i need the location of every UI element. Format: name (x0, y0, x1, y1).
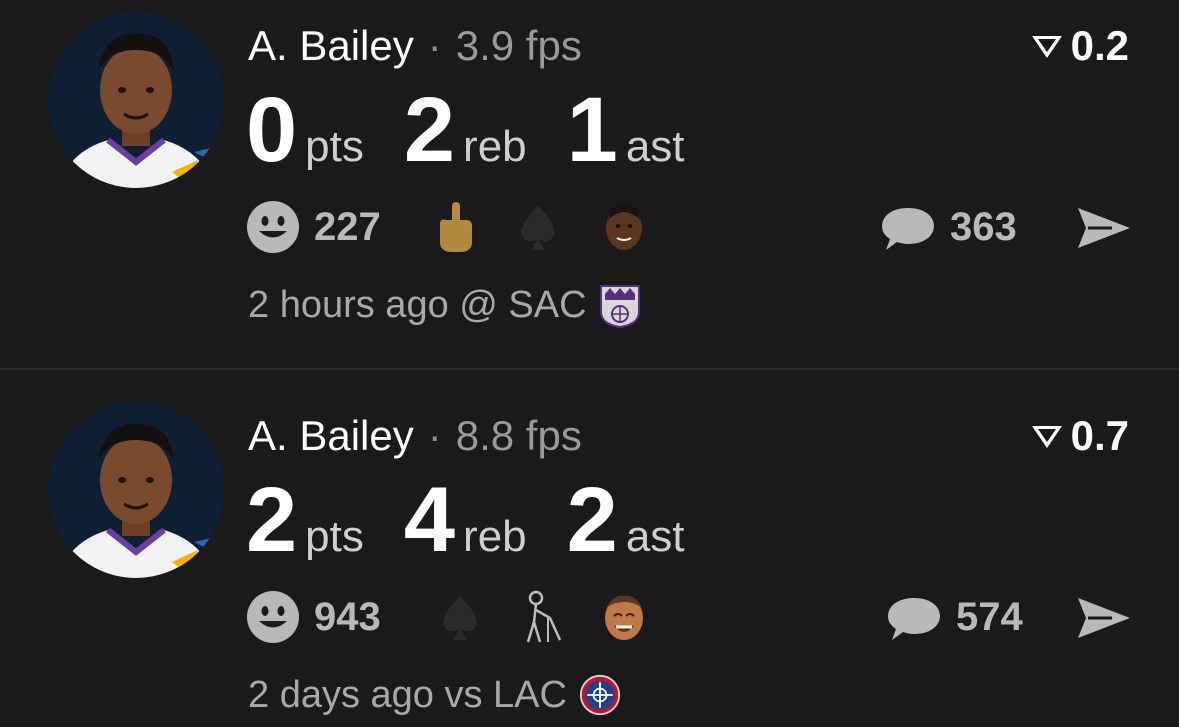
player-avatar[interactable] (48, 402, 224, 578)
post-card[interactable]: A. Bailey · 3.9 fps 0.2 0 pts 2 reb 1 ast 227 (0, 0, 1179, 370)
score-value: 0.7 (1070, 412, 1129, 459)
feed: A. Bailey · 3.9 fps 0.2 0 pts 2 reb 1 ast 227 (0, 0, 1179, 727)
rebounds-value: 4 (403, 469, 456, 571)
clippers-logo-icon (579, 674, 621, 716)
reaction-count: 943 (314, 595, 381, 639)
comment-icon[interactable] (880, 204, 936, 252)
player-name[interactable]: A. Bailey (248, 412, 414, 459)
game-time-opponent: 2 days ago vs LAC (248, 674, 567, 716)
rebounds-label: reb (463, 512, 527, 561)
comment-icon[interactable] (886, 594, 942, 642)
game-time-opponent: 2 hours ago @ SAC (248, 284, 587, 326)
vote-score[interactable]: 0.7 (1029, 410, 1129, 462)
points-value: 0 (246, 79, 298, 181)
rebounds-value: 2 (403, 79, 456, 181)
down-arrow-icon (1031, 36, 1062, 58)
reaction-bar: 943 574 (246, 588, 1136, 648)
comment-count[interactable]: 363 (950, 204, 1017, 250)
points-value: 2 (246, 469, 298, 571)
game-meta[interactable]: 2 hours ago @ SAC (248, 282, 641, 328)
fantasy-points: 3.9 fps (455, 22, 582, 69)
post-header: A. Bailey · 8.8 fps (248, 410, 582, 462)
stat-line: 0 pts 2 reb 1 ast (246, 84, 725, 176)
assists-value: 2 (566, 469, 618, 571)
assists-label: ast (625, 512, 685, 561)
separator-dot: · (427, 22, 442, 69)
player-name[interactable]: A. Bailey (248, 22, 414, 69)
stat-line: 2 pts 4 reb 2 ast (246, 474, 725, 566)
smiley-icon[interactable] (246, 590, 300, 644)
points-label: pts (305, 122, 364, 171)
old-man-walker-emoji[interactable] (516, 588, 564, 644)
smiley-icon[interactable] (246, 200, 300, 254)
post-card[interactable]: A. Bailey · 8.8 fps 0.7 2 pts 4 reb 2 ast 943 (0, 370, 1179, 727)
points-label: pts (305, 512, 364, 561)
player-face-emoji[interactable] (600, 198, 648, 254)
share-icon[interactable] (1076, 204, 1132, 252)
comment-count[interactable]: 574 (956, 594, 1023, 640)
player-avatar[interactable] (48, 12, 224, 188)
assists-label: ast (625, 122, 685, 171)
spade-emoji[interactable] (514, 198, 562, 254)
reaction-count: 227 (314, 205, 381, 249)
separator-dot: · (427, 412, 442, 459)
middle-finger-emoji[interactable] (432, 198, 480, 254)
post-header: A. Bailey · 3.9 fps (248, 20, 582, 72)
kings-logo-icon (599, 285, 640, 328)
game-meta[interactable]: 2 days ago vs LAC (248, 672, 621, 718)
assists-value: 1 (566, 79, 618, 181)
share-icon[interactable] (1076, 594, 1132, 642)
reaction-bar: 227 363 (246, 198, 1136, 258)
fantasy-points: 8.8 fps (455, 412, 582, 459)
rebounds-label: reb (463, 122, 527, 171)
down-arrow-icon (1031, 426, 1062, 448)
score-value: 0.2 (1070, 22, 1129, 69)
laughing-man-emoji[interactable] (600, 588, 648, 644)
vote-score[interactable]: 0.2 (1029, 20, 1129, 72)
spade-emoji[interactable] (436, 588, 484, 644)
